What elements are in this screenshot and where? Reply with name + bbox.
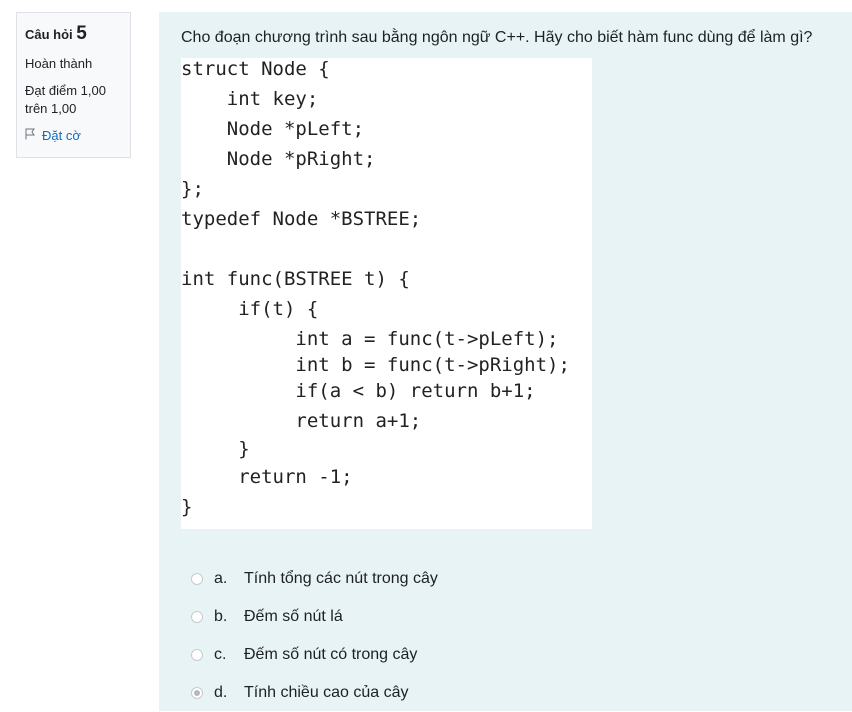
answer-option-a[interactable]: a. Tính tổng các nút trong cây — [191, 560, 438, 598]
code-line: return -1; — [181, 466, 353, 488]
code-line: int key; — [181, 88, 319, 110]
code-line: Node *pRight; — [181, 148, 376, 170]
code-line: int a = func(t->pLeft); — [181, 328, 559, 350]
code-line: int func(BSTREE t) { — [181, 268, 410, 290]
code-line: typedef Node *BSTREE; — [181, 208, 422, 230]
answer-text: Đếm số nút có trong cây — [244, 646, 418, 663]
answer-letter: a. — [214, 570, 228, 587]
radio-b[interactable] — [191, 611, 203, 623]
grade-line-1: Đạt điểm 1,00 — [25, 83, 106, 99]
flag-label: Đặt cờ — [42, 128, 81, 144]
flag-icon — [25, 127, 36, 145]
answer-text: Đếm số nút lá — [244, 608, 343, 625]
code-line: int b = func(t->pRight); — [181, 354, 570, 376]
radio-c[interactable] — [191, 649, 203, 661]
code-line: if(a < b) return b+1; — [181, 380, 536, 402]
answer-option-c[interactable]: c. Đếm số nút có trong cây — [191, 636, 438, 674]
answer-list: a. Tính tổng các nút trong cây b. Đếm số… — [191, 560, 438, 712]
answer-option-b[interactable]: b. Đếm số nút lá — [191, 598, 438, 636]
code-snippet: struct Node { int key; Node *pLeft; Node… — [181, 58, 592, 529]
code-line: } — [181, 496, 193, 518]
answer-text: Tính chiều cao của cây — [244, 684, 409, 701]
code-line: Node *pLeft; — [181, 118, 365, 140]
code-line: struct Node { — [181, 58, 330, 80]
question-text: Cho đoạn chương trình sau bằng ngôn ngữ … — [181, 29, 813, 46]
radio-d[interactable] — [191, 687, 203, 699]
grade-line-2: trên 1,00 — [25, 100, 77, 116]
code-line: if(t) { — [181, 298, 319, 320]
question-content: Cho đoạn chương trình sau bằng ngôn ngữ … — [159, 12, 852, 711]
question-number: Câu hỏi 5 — [25, 21, 122, 47]
answer-text: Tính tổng các nút trong cây — [244, 570, 438, 587]
answer-letter: b. — [214, 608, 228, 625]
answer-letter: c. — [214, 646, 227, 663]
question-number-value: 5 — [76, 23, 87, 44]
answer-option-d[interactable]: d. Tính chiều cao của cây — [191, 674, 438, 712]
code-line: } — [181, 438, 250, 460]
code-line: }; — [181, 178, 204, 200]
question-state: Hoàn thành — [25, 55, 93, 71]
question-info-panel: Câu hỏi 5 Hoàn thành Đạt điểm 1,00 trên … — [16, 12, 131, 158]
radio-a[interactable] — [191, 573, 203, 585]
code-line: return a+1; — [181, 410, 422, 432]
answer-letter: d. — [214, 684, 228, 701]
question-label: Câu hỏi — [25, 27, 73, 42]
question-grade: Đạt điểm 1,00 trên 1,00 — [25, 82, 122, 117]
flag-question-link[interactable]: Đặt cờ — [25, 127, 122, 145]
